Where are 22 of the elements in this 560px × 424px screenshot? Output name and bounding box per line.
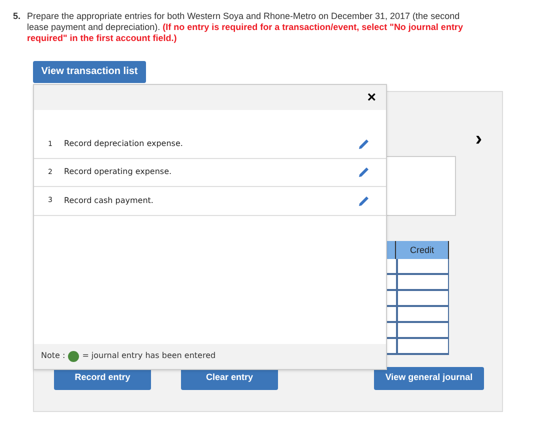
- view-transaction-list-button[interactable]: View transaction list: [33, 60, 146, 82]
- question-number: 5.: [13, 11, 22, 23]
- credit-input[interactable]: [396, 290, 449, 306]
- pencil-icon[interactable]: [358, 194, 370, 206]
- item-label: Record operating expense.: [64, 166, 173, 178]
- column-header: Credit: [396, 240, 449, 258]
- next-arrow[interactable]: ›: [475, 130, 482, 148]
- credit-input[interactable]: [396, 306, 449, 322]
- pencil-icon[interactable]: [358, 138, 370, 150]
- note-text: = journal entry has been entered: [82, 350, 216, 362]
- action-button[interactable]: View general journal: [374, 366, 484, 390]
- entered-dot-icon: [68, 350, 80, 362]
- close-button[interactable]: ×: [367, 90, 376, 104]
- credit-input[interactable]: [396, 274, 449, 290]
- credit-input[interactable]: [396, 322, 449, 338]
- item-label: Record depreciation expense.: [64, 138, 184, 150]
- pencil-icon[interactable]: [358, 166, 370, 178]
- item-label: Record cash payment.: [64, 194, 154, 206]
- credit-input[interactable]: [396, 258, 449, 274]
- credit-input[interactable]: [396, 338, 449, 354]
- note-label: Note :: [41, 350, 66, 362]
- question-text: Prepare the appropriate entries for both Western Soya and Rhone-Metro on December 31, 2017 (the second lease payment and depreciation). (If no entry is required for a transaction/event, select "No journal entry required" in the first account field.): [27, 11, 464, 44]
